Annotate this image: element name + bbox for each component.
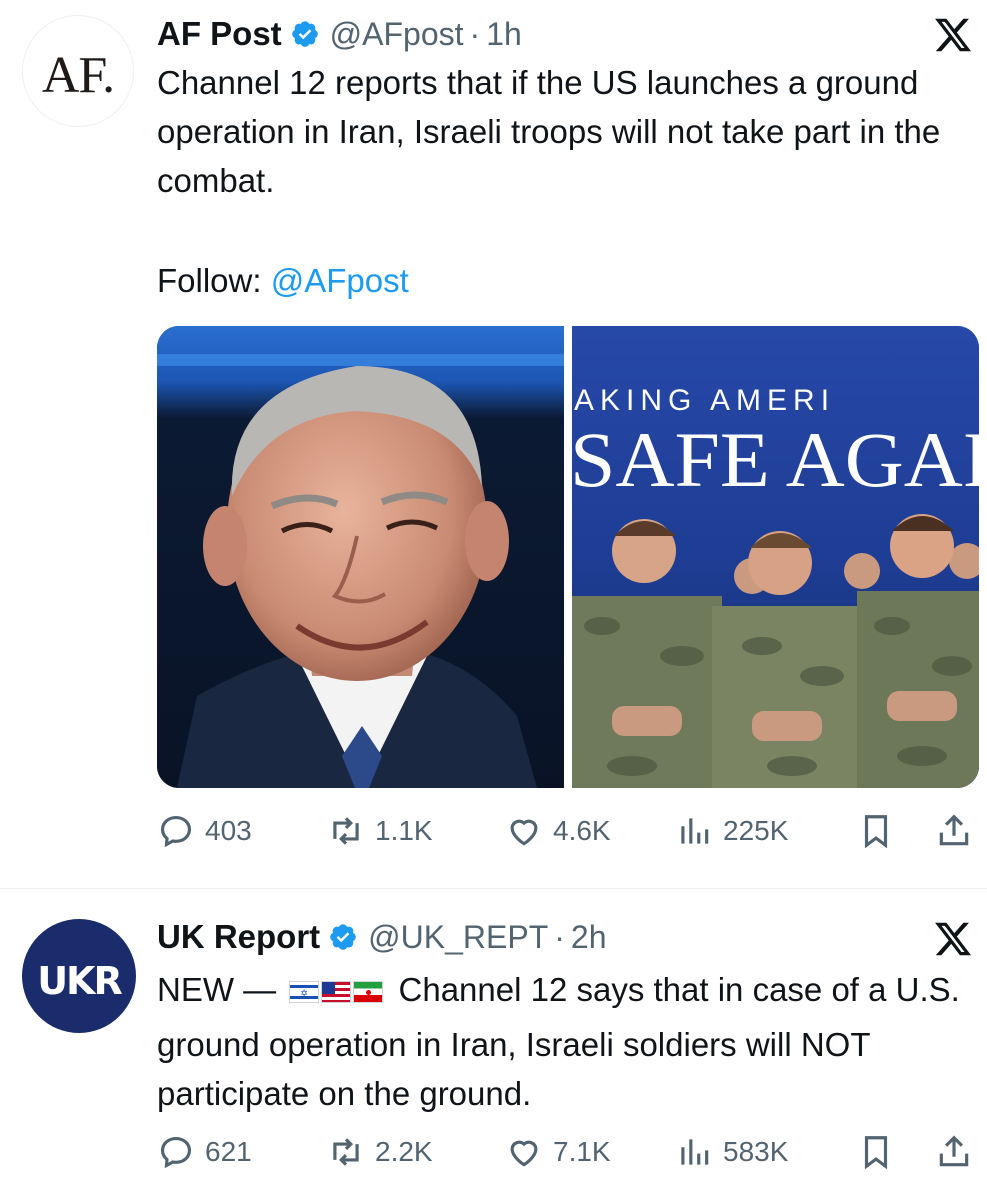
reply-count: 403 xyxy=(205,815,252,846)
avatar-label: AF. xyxy=(41,47,115,104)
author-handle[interactable]: @UK_REPT xyxy=(368,919,548,956)
like-button[interactable]: 4.6K xyxy=(505,806,611,856)
repost-icon xyxy=(333,817,359,845)
follow-line: Follow: @AFpost xyxy=(157,256,409,305)
reply-icon xyxy=(160,815,192,848)
like-button[interactable]: 7.1K xyxy=(505,1127,611,1177)
bookmark-icon xyxy=(864,1136,888,1170)
soldiers-illustration: AKING AMERI SAFE AGAI xyxy=(572,326,979,788)
share-icon xyxy=(939,814,969,846)
media-grid: AKING AMERI SAFE AGAI xyxy=(157,326,979,788)
iran-flag-icon xyxy=(353,981,384,1004)
like-icon xyxy=(510,819,538,846)
reply-count: 621 xyxy=(205,1136,252,1167)
action-bar: 621 2.2K 7.1K 583K xyxy=(157,1127,979,1177)
action-bar: 403 1.1K 4.6K 225K xyxy=(157,806,979,856)
timestamp[interactable]: 2h xyxy=(571,919,607,956)
tweet-uk-report[interactable]: UKR UK Report @UK_REPT · 2h NEW — ✡ Chan… xyxy=(0,888,987,1200)
tweet-text-prefix: NEW — xyxy=(157,971,277,1009)
soldiers-photo[interactable]: AKING AMERI SAFE AGAI xyxy=(572,326,979,788)
reply-button[interactable]: 621 xyxy=(157,1127,252,1177)
portrait-illustration xyxy=(157,326,564,788)
follow-label: Follow: xyxy=(157,262,262,299)
timestamp[interactable]: 1h xyxy=(486,16,522,53)
avatar[interactable]: AF. xyxy=(22,15,134,127)
israel-flag-icon: ✡ xyxy=(289,981,320,1004)
x-logo-icon xyxy=(935,18,972,52)
separator-dot: · xyxy=(469,15,481,52)
repost-button[interactable]: 1.1K xyxy=(327,806,433,856)
tweet-text: NEW — ✡ Channel 12 says that in case of … xyxy=(157,965,972,1118)
views-count: 225K xyxy=(723,815,789,846)
verified-badge-icon xyxy=(291,21,318,47)
tweet-header: UK Report @UK_REPT · 2h xyxy=(157,915,607,959)
flag-emojis: ✡ xyxy=(289,965,385,1014)
views-button[interactable]: 225K xyxy=(675,806,788,856)
tweet-text-body: Channel 12 says that in case of a U.S. g… xyxy=(157,971,960,1112)
verified-badge-icon xyxy=(330,924,356,950)
views-button[interactable]: 583K xyxy=(675,1127,788,1177)
tweet-header: AF Post @AFpost · 1h xyxy=(157,12,522,56)
avatar-label: UKR xyxy=(37,959,123,1003)
usa-flag-icon xyxy=(321,981,352,1004)
bookmark-icon xyxy=(864,815,888,849)
share-icon xyxy=(939,1135,969,1167)
like-count: 7.1K xyxy=(553,1136,611,1167)
repost-count: 2.2K xyxy=(375,1136,433,1167)
follow-mention-link[interactable]: @AFpost xyxy=(271,262,409,299)
separator-dot: · xyxy=(554,918,565,955)
repost-icon xyxy=(333,1138,359,1166)
repost-count: 1.1K xyxy=(375,815,433,846)
views-count: 583K xyxy=(723,1136,789,1167)
author-name[interactable]: AF Post xyxy=(157,15,282,53)
banner-main-text: SAFE AGAI xyxy=(572,416,979,503)
portrait-photo[interactable] xyxy=(157,326,564,788)
share-button[interactable] xyxy=(935,1127,973,1177)
tweet-text: Channel 12 reports that if the US launch… xyxy=(157,64,941,199)
like-count: 4.6K xyxy=(553,815,611,846)
bookmark-button[interactable] xyxy=(857,806,895,856)
author-handle[interactable]: @AFpost xyxy=(330,16,464,53)
avatar[interactable]: UKR xyxy=(22,919,136,1033)
views-icon xyxy=(681,818,709,844)
reply-icon xyxy=(160,1136,192,1169)
views-icon xyxy=(681,1139,709,1165)
banner-top-text: AKING AMERI xyxy=(574,384,835,417)
bookmark-button[interactable] xyxy=(857,1127,895,1177)
repost-button[interactable]: 2.2K xyxy=(327,1127,433,1177)
author-name[interactable]: UK Report xyxy=(157,918,320,956)
x-logo-icon xyxy=(935,922,972,956)
like-icon xyxy=(510,1140,538,1167)
tweet-af-post[interactable]: AF. AF Post @AFpost · 1h Channel 12 repo… xyxy=(0,0,987,888)
share-button[interactable] xyxy=(935,806,973,856)
reply-button[interactable]: 403 xyxy=(157,806,252,856)
